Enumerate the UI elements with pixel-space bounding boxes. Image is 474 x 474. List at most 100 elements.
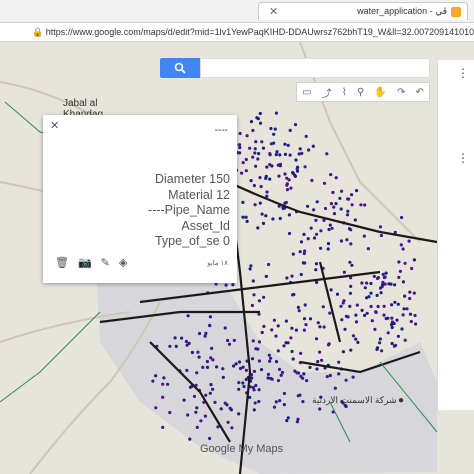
pipe-marker[interactable] — [244, 215, 248, 219]
pipe-marker[interactable] — [274, 111, 278, 115]
pipe-marker[interactable] — [402, 307, 406, 311]
pipe-marker[interactable] — [400, 327, 404, 331]
pipe-marker[interactable] — [408, 312, 413, 316]
pipe-marker[interactable] — [161, 382, 165, 386]
pipe-marker[interactable] — [353, 218, 357, 222]
pipe-marker[interactable] — [269, 142, 273, 146]
pipe-marker[interactable] — [334, 176, 338, 180]
pipe-marker[interactable] — [199, 419, 203, 423]
pipe-marker[interactable] — [344, 314, 348, 318]
pipe-marker[interactable] — [232, 338, 236, 342]
pipe-marker[interactable] — [272, 132, 276, 136]
pipe-marker[interactable] — [264, 214, 268, 218]
pipe-marker[interactable] — [378, 225, 383, 229]
pipe-marker[interactable] — [261, 146, 266, 150]
pipe-marker[interactable] — [264, 274, 268, 278]
pipe-marker[interactable] — [286, 143, 290, 147]
pipe-marker[interactable] — [329, 173, 333, 177]
pipe-marker[interactable] — [250, 303, 254, 308]
pipe-marker[interactable] — [399, 243, 403, 247]
pipe-marker[interactable] — [376, 276, 380, 280]
pipe-marker[interactable] — [237, 387, 241, 391]
pipe-marker[interactable] — [325, 152, 329, 156]
style-icon[interactable]: ◈ — [119, 256, 127, 269]
pipe-marker[interactable] — [330, 226, 334, 230]
pipe-marker[interactable] — [340, 318, 344, 322]
pipe-marker[interactable] — [314, 218, 318, 222]
pipe-marker[interactable] — [374, 310, 378, 314]
pipe-marker[interactable] — [373, 327, 377, 331]
pipe-marker[interactable] — [185, 343, 189, 347]
pipe-marker[interactable] — [197, 331, 202, 336]
pipe-marker[interactable] — [302, 251, 306, 256]
pipe-marker[interactable] — [286, 416, 290, 420]
pipe-marker[interactable] — [342, 299, 346, 303]
pipe-marker[interactable] — [349, 348, 353, 352]
pipe-marker[interactable] — [188, 437, 192, 441]
pipe-marker[interactable] — [244, 157, 248, 162]
pipe-marker[interactable] — [272, 318, 276, 322]
pipe-marker[interactable] — [268, 163, 272, 167]
pipe-marker[interactable] — [329, 202, 333, 206]
pipe-marker[interactable] — [298, 250, 302, 254]
pipe-marker[interactable] — [266, 372, 270, 376]
pipe-marker[interactable] — [295, 371, 299, 375]
address-bar[interactable]: 🔒 https://www.google.com/maps/d/edit?mid… — [0, 23, 474, 42]
directions-icon[interactable]: ⤴ — [322, 85, 332, 100]
pipe-marker[interactable] — [238, 366, 243, 371]
pipe-marker[interactable] — [192, 394, 197, 398]
pipe-marker[interactable] — [346, 209, 350, 213]
pipe-marker[interactable] — [269, 126, 273, 131]
pipe-marker[interactable] — [339, 304, 343, 308]
pipe-marker[interactable] — [344, 378, 348, 382]
pipe-marker[interactable] — [322, 325, 326, 329]
pipe-marker[interactable] — [283, 152, 287, 156]
pipe-marker[interactable] — [412, 291, 416, 295]
pipe-marker[interactable] — [318, 325, 322, 329]
pipe-marker[interactable] — [244, 169, 248, 173]
pipe-marker[interactable] — [188, 385, 192, 389]
pipe-marker[interactable] — [314, 337, 319, 341]
pipe-marker[interactable] — [252, 293, 256, 297]
pipe-marker[interactable] — [267, 353, 271, 357]
pipe-marker[interactable] — [241, 161, 245, 165]
pipe-marker[interactable] — [203, 334, 207, 338]
redo-icon[interactable]: ↷ — [397, 87, 405, 98]
pipe-marker[interactable] — [289, 336, 293, 340]
pipe-marker[interactable] — [278, 153, 282, 157]
pipe-marker[interactable] — [365, 311, 369, 315]
pipe-marker[interactable] — [403, 338, 407, 342]
pipe-marker[interactable] — [161, 395, 165, 399]
pipe-marker[interactable] — [331, 190, 335, 195]
pipe-marker[interactable] — [309, 226, 313, 230]
pipe-marker[interactable] — [276, 349, 280, 353]
pipe-marker[interactable] — [314, 262, 319, 266]
pipe-marker[interactable] — [303, 303, 307, 307]
pipe-marker[interactable] — [290, 274, 294, 278]
pipe-marker[interactable] — [291, 252, 295, 256]
pipe-marker[interactable] — [319, 246, 323, 250]
pipe-marker[interactable] — [184, 339, 188, 344]
pipe-marker[interactable] — [320, 358, 324, 362]
camera-icon[interactable]: 📷 — [78, 256, 92, 269]
pipe-marker[interactable] — [319, 229, 323, 233]
pipe-marker[interactable] — [410, 266, 414, 271]
pipe-marker[interactable] — [283, 172, 287, 176]
pipe-marker[interactable] — [274, 153, 278, 157]
pipe-marker[interactable] — [295, 420, 299, 424]
pipe-marker[interactable] — [288, 153, 292, 157]
pipe-marker[interactable] — [272, 405, 277, 409]
pipe-marker[interactable] — [253, 151, 257, 155]
pipe-marker[interactable] — [360, 281, 364, 285]
pipe-marker[interactable] — [337, 360, 341, 364]
pipe-marker[interactable] — [383, 275, 387, 279]
pipe-marker[interactable] — [237, 360, 242, 364]
pipe-marker[interactable] — [408, 290, 412, 294]
pipe-marker[interactable] — [298, 393, 302, 397]
pipe-marker[interactable] — [285, 419, 289, 423]
pipe-marker[interactable] — [252, 184, 256, 188]
pipe-marker[interactable] — [253, 147, 257, 151]
pipe-marker[interactable] — [241, 381, 245, 385]
pipe-marker[interactable] — [245, 134, 249, 138]
pipe-marker[interactable] — [314, 268, 318, 272]
